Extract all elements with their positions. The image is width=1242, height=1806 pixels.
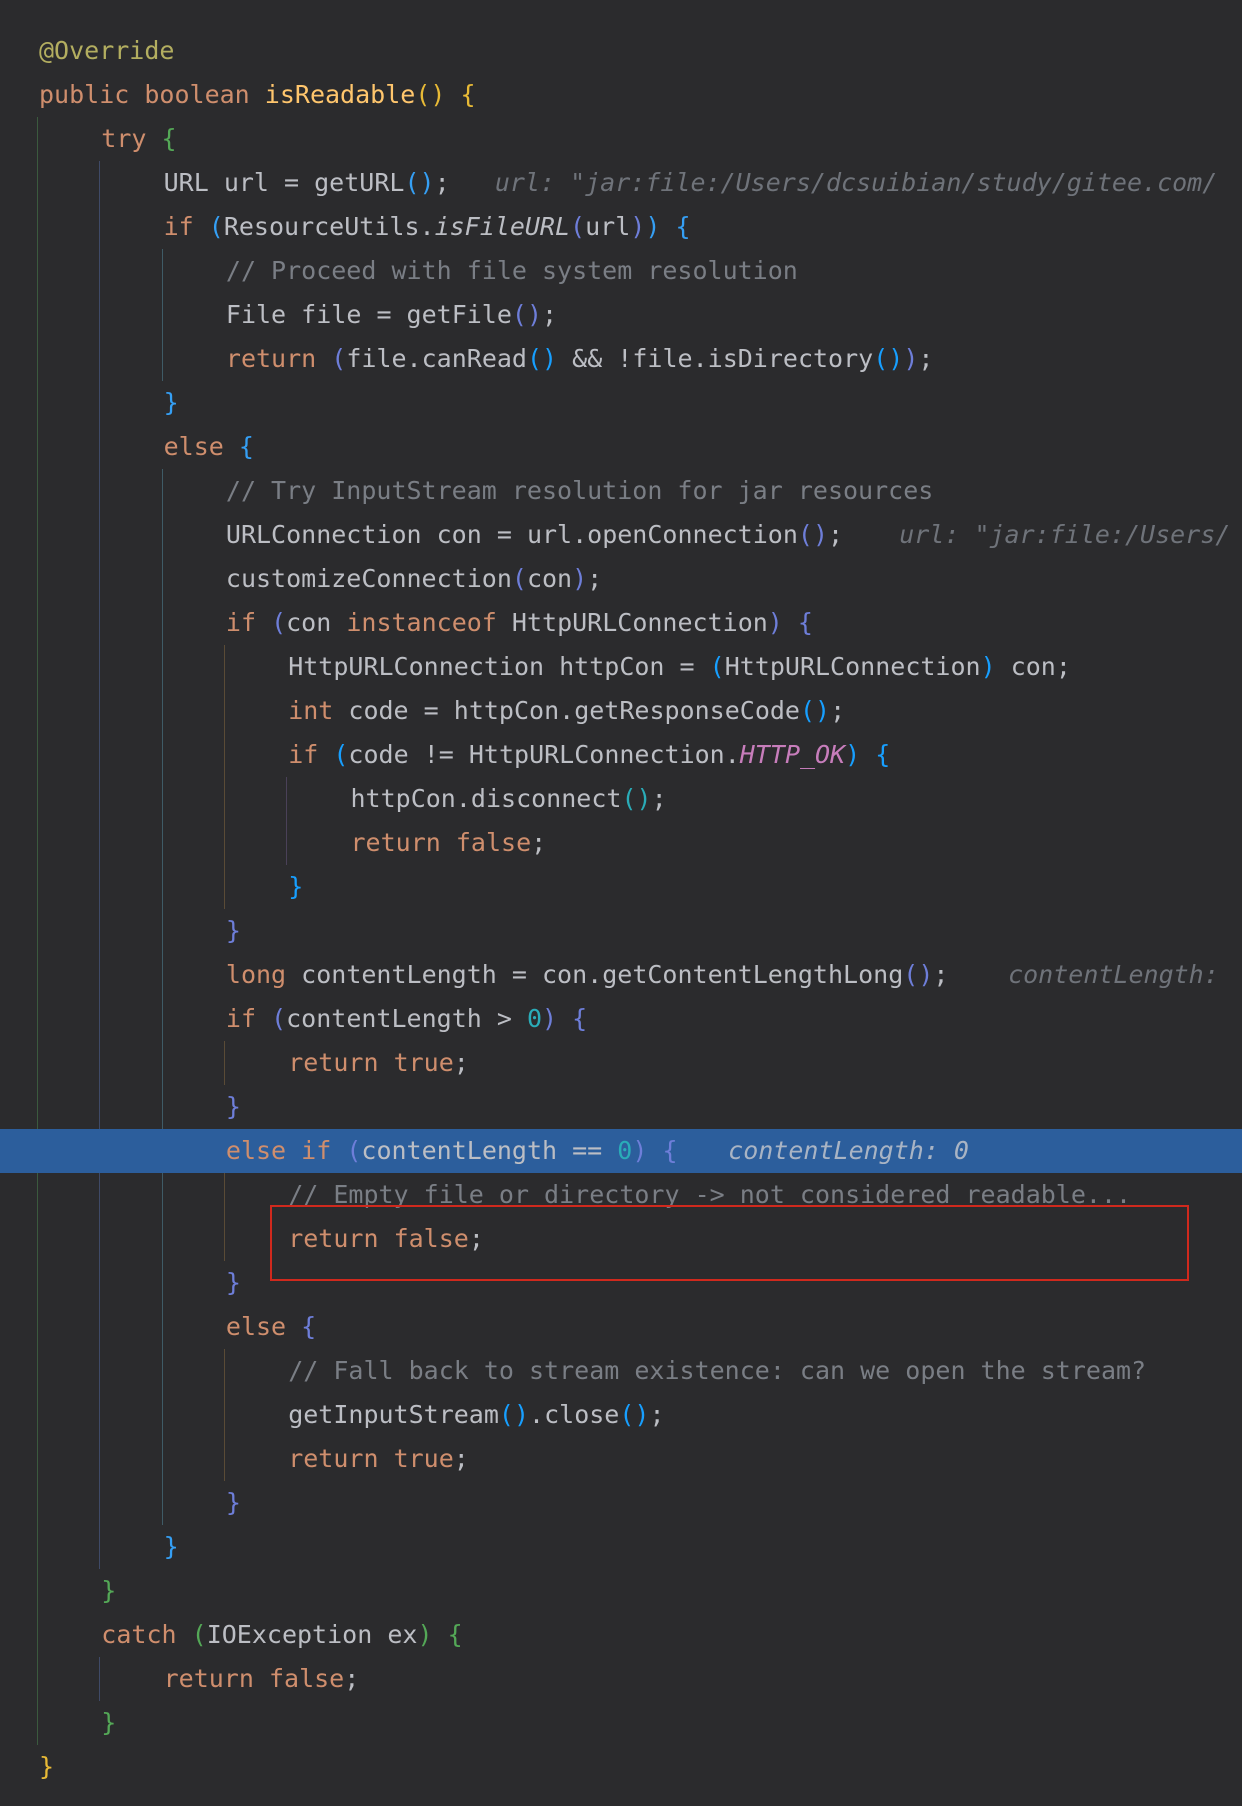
code-line[interactable]: return true;: [0, 1041, 1242, 1085]
code-line[interactable]: if (contentLength > 0) {: [0, 997, 1242, 1041]
code-line[interactable]: URL url = getURL(); url: "jar:file:/Users…: [0, 161, 1242, 205]
code-text: }: [163, 1532, 179, 1561]
code-line[interactable]: }: [0, 1745, 1242, 1789]
code-line[interactable]: }: [0, 1085, 1242, 1129]
code-text: if (ResourceUtils.isFileURL(url)) {: [163, 212, 691, 241]
code-text: else if (contentLength == 0) {: [225, 1136, 678, 1165]
code-text: int code = httpCon.getResponseCode();: [288, 696, 846, 725]
code-line[interactable]: @Override: [0, 29, 1242, 73]
inline-value-hint: url: "jar:file:/Users/dcsuibian/study/gi…: [494, 168, 1218, 197]
code-line[interactable]: HttpURLConnection httpCon = (HttpURLConn…: [0, 645, 1242, 689]
code-line[interactable]: getInputStream().close();: [0, 1393, 1242, 1437]
code-text: else {: [163, 432, 254, 461]
code-text: else {: [225, 1312, 317, 1341]
code-text: }: [163, 388, 179, 417]
code-text: if (con instanceof HttpURLConnection) {: [225, 608, 813, 637]
code-line[interactable]: if (code != HttpURLConnection.HTTP_OK) {: [0, 733, 1242, 777]
code-line[interactable]: }: [0, 909, 1242, 953]
code-line[interactable]: try {: [0, 117, 1242, 161]
code-text: return false;: [350, 828, 547, 857]
code-line[interactable]: customizeConnection(con);: [0, 557, 1242, 601]
code-text: @Override: [39, 36, 175, 65]
code-line[interactable]: File file = getFile();: [0, 293, 1242, 337]
code-line[interactable]: if (ResourceUtils.isFileURL(url)) {: [0, 205, 1242, 249]
code-line[interactable]: httpCon.disconnect();: [0, 777, 1242, 821]
code-text: }: [101, 1708, 117, 1737]
code-editor[interactable]: @Override public boolean isReadable() { tr…: [0, 0, 1242, 1806]
code-text: URL url = getURL();: [163, 168, 450, 197]
code-text: }: [39, 1752, 55, 1781]
code-line[interactable]: return false;: [0, 1657, 1242, 1701]
current-code-line[interactable]: else if (contentLength == 0) { contentLen…: [0, 1129, 1242, 1173]
code-line[interactable]: URLConnection con = url.openConnection()…: [0, 513, 1242, 557]
inline-value-hint: contentLength: 0: [728, 1136, 969, 1165]
code-text: // Fall back to stream existence: can we…: [288, 1356, 1147, 1385]
code-text: public boolean isReadable() {: [39, 80, 476, 109]
code-line[interactable]: long contentLength = con.getContentLengt…: [0, 953, 1242, 997]
code-line[interactable]: }: [0, 1525, 1242, 1569]
code-text: getInputStream().close();: [288, 1400, 665, 1429]
code-line[interactable]: catch (IOException ex) {: [0, 1613, 1242, 1657]
code-text: }: [288, 872, 304, 901]
code-text: if (code != HttpURLConnection.HTTP_OK) {: [288, 740, 891, 769]
code-text: httpCon.disconnect();: [350, 784, 667, 813]
code-line[interactable]: public boolean isReadable() {: [0, 73, 1242, 117]
code-text: }: [101, 1576, 117, 1605]
code-text: catch (IOException ex) {: [101, 1620, 463, 1649]
code-text: long contentLength = con.getContentLengt…: [225, 960, 949, 989]
code-text: return true;: [288, 1444, 469, 1473]
code-text: if (contentLength > 0) {: [225, 1004, 588, 1033]
code-text: try {: [101, 124, 177, 153]
code-line[interactable]: return (file.canRead() && !file.isDirect…: [0, 337, 1242, 381]
code-text: return true;: [288, 1048, 469, 1077]
inline-value-hint: contentLength:: [1008, 960, 1219, 989]
code-text: return false;: [163, 1664, 360, 1693]
code-text: HttpURLConnection httpCon = (HttpURLConn…: [288, 652, 1071, 681]
code-line[interactable]: // Fall back to stream existence: can we…: [0, 1349, 1242, 1393]
code-line[interactable]: }: [0, 1701, 1242, 1745]
code-text: return (file.canRead() && !file.isDirect…: [225, 344, 934, 373]
highlight-box: [270, 1205, 1189, 1281]
code-text: }: [225, 916, 241, 945]
code-line[interactable]: return true;: [0, 1437, 1242, 1481]
code-line[interactable]: // Try InputStream resolution for jar re…: [0, 469, 1242, 513]
code-line[interactable]: int code = httpCon.getResponseCode();: [0, 689, 1242, 733]
code-text: customizeConnection(con);: [225, 564, 603, 593]
code-text: // Proceed with file system resolution: [225, 256, 798, 285]
code-line[interactable]: }: [0, 1481, 1242, 1525]
code-line[interactable]: }: [0, 381, 1242, 425]
code-text: // Try InputStream resolution for jar re…: [225, 476, 934, 505]
code-text: URLConnection con = url.openConnection()…: [225, 520, 844, 549]
code-line[interactable]: }: [0, 865, 1242, 909]
inline-value-hint: url: "jar:file:/Users/: [899, 520, 1231, 549]
code-line[interactable]: else {: [0, 425, 1242, 469]
code-text: }: [225, 1092, 241, 1121]
code-line[interactable]: if (con instanceof HttpURLConnection) {: [0, 601, 1242, 645]
code-line[interactable]: else {: [0, 1305, 1242, 1349]
code-line[interactable]: return false;: [0, 821, 1242, 865]
code-text: }: [225, 1268, 241, 1297]
code-text: }: [225, 1488, 241, 1517]
code-line[interactable]: // Proceed with file system resolution: [0, 249, 1242, 293]
code-line[interactable]: }: [0, 1569, 1242, 1613]
code-text: File file = getFile();: [225, 300, 558, 329]
